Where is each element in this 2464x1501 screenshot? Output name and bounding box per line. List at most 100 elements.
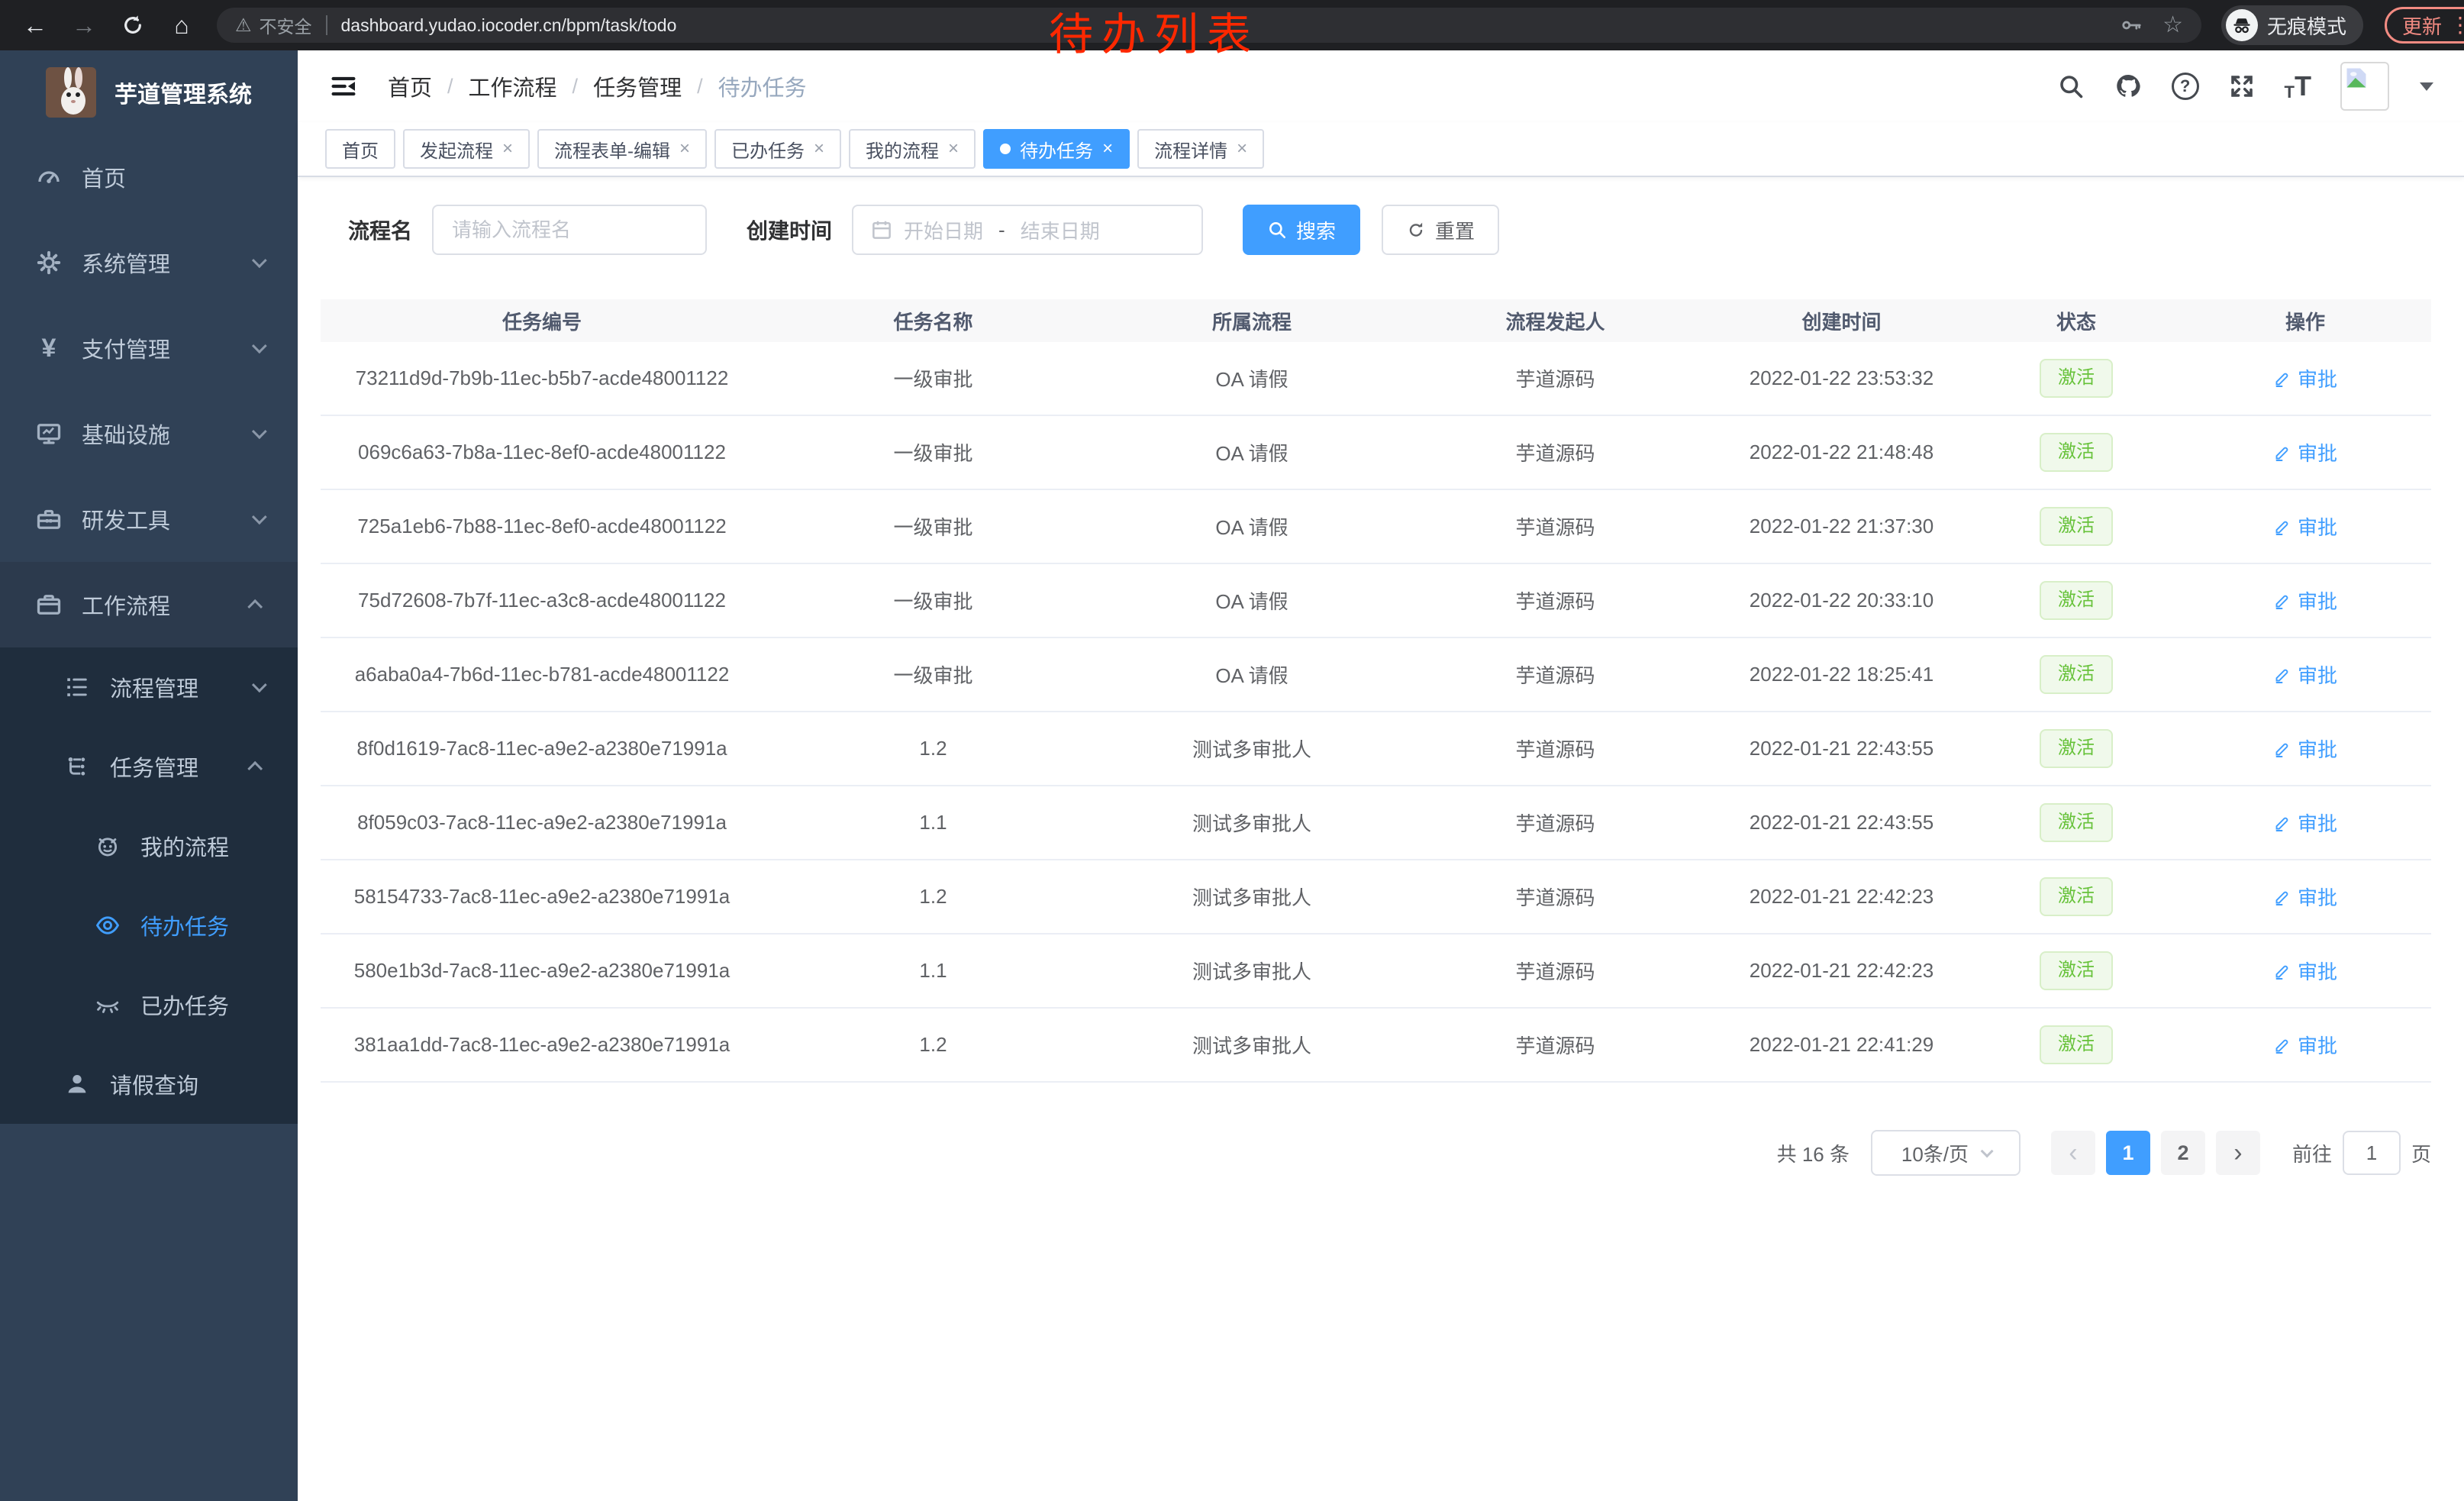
page-size-select[interactable]: 10条/页 — [1871, 1130, 2021, 1176]
browser-home-button[interactable]: ⌂ — [160, 4, 203, 47]
sidebar-item-infrastructure[interactable]: 基础设施 — [0, 391, 298, 476]
col-task-name: 任务名称 — [763, 307, 1103, 335]
sidebar-item-process-management[interactable]: 流程管理 — [0, 647, 298, 727]
cell-status: 激活 — [1973, 359, 2179, 397]
sidebar-item-todo-tasks[interactable]: 待办任务 — [0, 886, 298, 965]
breadcrumb-current: 待办任务 — [718, 70, 807, 102]
next-page-button[interactable]: › — [2216, 1131, 2260, 1175]
status-badge: 激活 — [2040, 507, 2113, 545]
sidebar-item-system[interactable]: 系统管理 — [0, 220, 298, 305]
edit-pen-icon — [2273, 518, 2291, 536]
process-name-input[interactable] — [432, 205, 707, 255]
tab-close-icon[interactable]: × — [679, 140, 690, 158]
cell-created: 2022-01-22 23:53:32 — [1710, 366, 1973, 390]
url-text[interactable]: dashboard.yudao.iocoder.cn/bpm/task/todo — [341, 15, 2101, 36]
date-separator: - — [998, 218, 1005, 242]
sidebar-fold-button[interactable] — [328, 71, 359, 102]
goto-page-input[interactable] — [2343, 1131, 2401, 1175]
cell-process: 测试多审批人 — [1103, 957, 1401, 985]
approve-link[interactable]: 审批 — [2273, 586, 2337, 615]
start-date-placeholder[interactable]: 开始日期 — [904, 216, 983, 244]
table-row: 75d72608-7b7f-11ec-a3c8-acde48001122 一级审… — [321, 564, 2431, 638]
cell-actions: 审批 — [2179, 586, 2431, 615]
search-icon[interactable] — [2057, 73, 2085, 100]
approve-link[interactable]: 审批 — [2273, 734, 2337, 763]
end-date-placeholder[interactable]: 结束日期 — [1021, 216, 1100, 244]
approve-link[interactable]: 审批 — [2273, 883, 2337, 911]
sidebar-item-task-management[interactable]: 任务管理 — [0, 727, 298, 806]
sidebar-item-workflow[interactable]: 工作流程 — [0, 562, 298, 647]
approve-link[interactable]: 审批 — [2273, 512, 2337, 541]
page-button-1[interactable]: 1 — [2106, 1131, 2150, 1175]
app-logo-row[interactable]: 芋道管理系统 — [0, 50, 298, 134]
browser-reload-button[interactable] — [111, 4, 154, 47]
breadcrumb-home[interactable]: 首页 — [388, 70, 432, 102]
browser-menu-dots-icon[interactable]: ⋮ — [2449, 15, 2464, 36]
tab[interactable]: 流程表单-编辑 × — [537, 129, 707, 169]
breadcrumb-workflow[interactable]: 工作流程 — [469, 70, 557, 102]
omnibox-divider — [326, 15, 327, 35]
avatar[interactable] — [2340, 62, 2389, 111]
security-label[interactable]: 不安全 — [260, 12, 312, 38]
browser-address-bar[interactable]: ⚠ 不安全 dashboard.yudao.iocoder.cn/bpm/tas… — [217, 8, 2201, 43]
briefcase-icon — [34, 590, 63, 619]
cell-actions: 审批 — [2179, 883, 2431, 911]
sidebar-item-leave-query[interactable]: 请假查询 — [0, 1044, 298, 1124]
tab-close-icon[interactable]: × — [1237, 140, 1247, 158]
fullscreen-icon[interactable] — [2228, 73, 2256, 100]
cell-task-name: 1.1 — [763, 811, 1103, 834]
approve-link[interactable]: 审批 — [2273, 1031, 2337, 1059]
search-button[interactable]: 搜索 — [1243, 205, 1360, 255]
status-badge: 激活 — [2040, 581, 2113, 619]
tab-label: 待办任务 — [1020, 136, 1093, 163]
tab[interactable]: 发起流程 × — [403, 129, 530, 169]
date-range-picker[interactable]: 开始日期 - 结束日期 — [852, 205, 1203, 255]
tab-close-icon[interactable]: × — [502, 140, 513, 158]
sidebar-item-done-tasks[interactable]: 已办任务 — [0, 965, 298, 1044]
reset-button[interactable]: 重置 — [1382, 205, 1499, 255]
cell-created: 2022-01-22 18:25:41 — [1710, 663, 1973, 686]
help-icon[interactable]: ? — [2172, 73, 2199, 100]
sidebar: 芋道管理系统 首页 系统管理 ¥ — [0, 50, 298, 1501]
tab[interactable]: 首页 × — [325, 129, 395, 169]
prev-page-button[interactable]: ‹ — [2051, 1131, 2095, 1175]
browser-update-button[interactable]: 更新 ⋮ — [2385, 7, 2464, 44]
tab[interactable]: 我的流程 × — [849, 129, 976, 169]
breadcrumb-task-management[interactable]: 任务管理 — [593, 70, 682, 102]
cell-status: 激活 — [1973, 581, 2179, 619]
sidebar-item-devtools[interactable]: 研发工具 — [0, 476, 298, 562]
approve-link[interactable]: 审批 — [2273, 809, 2337, 837]
sidebar-item-payment[interactable]: ¥ 支付管理 — [0, 305, 298, 391]
password-key-icon[interactable] — [2120, 14, 2143, 37]
tab[interactable]: 待办任务 × — [983, 129, 1130, 169]
tab[interactable]: 已办任务 × — [714, 129, 841, 169]
font-size-icon[interactable]: TT — [2285, 70, 2311, 102]
tab-close-icon[interactable]: × — [948, 140, 959, 158]
tab-close-icon[interactable]: × — [814, 140, 824, 158]
cell-process: OA 请假 — [1103, 512, 1401, 541]
tab-close-icon[interactable]: × — [1102, 140, 1113, 158]
browser-back-button[interactable]: ← — [14, 4, 56, 47]
cell-task-name: 1.2 — [763, 1033, 1103, 1057]
sidebar-item-my-process[interactable]: 我的流程 — [0, 806, 298, 886]
cell-status: 激活 — [1973, 433, 2179, 471]
cell-process: OA 请假 — [1103, 364, 1401, 392]
col-task-id: 任务编号 — [321, 307, 763, 335]
approve-link[interactable]: 审批 — [2273, 364, 2337, 392]
bookmark-star-icon[interactable]: ☆ — [2162, 14, 2183, 37]
edit-pen-icon — [2273, 962, 2291, 980]
approve-link[interactable]: 审批 — [2273, 957, 2337, 985]
cell-task-id: 58154733-7ac8-11ec-a9e2-a2380e71991a — [321, 885, 763, 909]
tab[interactable]: 流程详情 × — [1137, 129, 1264, 169]
sidebar-item-home[interactable]: 首页 — [0, 134, 298, 220]
approve-link[interactable]: 审批 — [2273, 438, 2337, 466]
edit-pen-icon — [2273, 370, 2291, 388]
browser-forward-button[interactable]: → — [63, 4, 105, 47]
approve-link[interactable]: 审批 — [2273, 660, 2337, 689]
page-button-2[interactable]: 2 — [2161, 1131, 2205, 1175]
github-icon[interactable] — [2114, 72, 2143, 101]
avatar-caret-icon[interactable] — [2420, 82, 2433, 91]
breadcrumb: 首页 / 工作流程 / 任务管理 / 待办任务 — [388, 70, 807, 102]
cell-created: 2022-01-21 22:42:23 — [1710, 959, 1973, 983]
table-row: 8f059c03-7ac8-11ec-a9e2-a2380e71991a 1.1… — [321, 786, 2431, 860]
